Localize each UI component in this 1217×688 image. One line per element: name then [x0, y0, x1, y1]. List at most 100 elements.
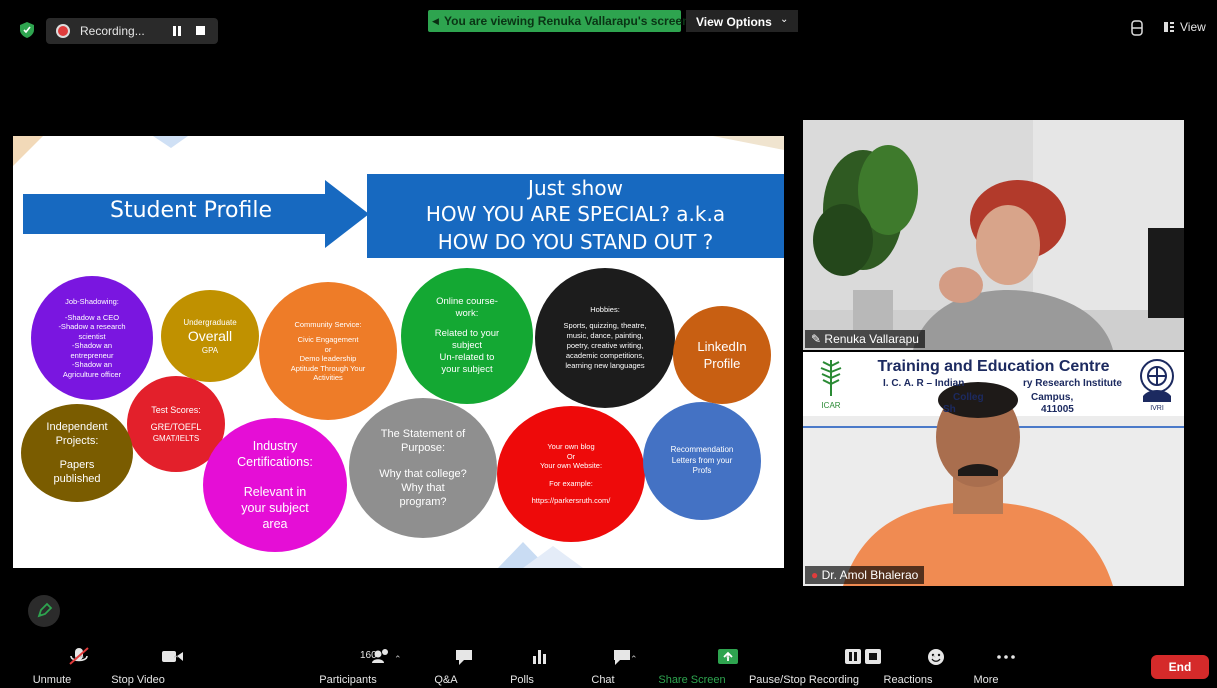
community-service-bubble: Community Service: Civic Engagement or D… — [259, 282, 397, 420]
qa-button[interactable]: Q&A — [428, 646, 472, 686]
bubble-line: subject — [451, 340, 483, 351]
pause-stop-recording-button[interactable]: Pause/Stop Recording — [744, 646, 881, 686]
stop-recording-icon[interactable] — [196, 26, 205, 35]
view-button[interactable]: View — [1164, 20, 1208, 36]
presenter-video[interactable]: ✎ Renuka Vallarapu — [803, 120, 1184, 350]
pause-recording-icon[interactable] — [172, 26, 182, 36]
bubble-line: Sports, quizzing, theatre, — [563, 321, 647, 330]
recording-dot-icon — [58, 26, 68, 36]
view-label: View — [1180, 20, 1206, 34]
icar-logo: ICAR — [820, 360, 842, 410]
participants-label: Participants — [319, 674, 377, 686]
bubble-line: LinkedIn — [697, 339, 747, 354]
participant-video[interactable]: Training and Education Centre I. C. A. R… — [803, 352, 1184, 586]
bubble-line: published — [53, 473, 101, 485]
participant-name-tag: ● Dr. Amol Bhalerao — [805, 566, 925, 584]
bubble-line: Overall — [187, 327, 233, 344]
tec-line-1: I. C. A. R – Indian — [883, 378, 965, 389]
bubble-line: area — [262, 517, 288, 531]
bubble-line: Hobbies: — [590, 305, 620, 314]
chat-button[interactable]: Chat — [584, 646, 630, 686]
viewing-screen-banner: ◀ You are viewing Renuka Vallarapu's scr… — [428, 10, 689, 32]
bubble-line: -Shadow an — [71, 341, 113, 350]
pause-stop-label: Pause/Stop Recording — [748, 674, 860, 686]
how-special-line: HOW YOU ARE SPECIAL? a.k.a — [425, 202, 726, 226]
grid-view-icon — [1164, 22, 1174, 32]
bubble-line: or — [324, 344, 332, 354]
qa-icon — [456, 650, 472, 665]
bubble-line: poetry, creative writing, — [566, 341, 644, 350]
participants-options-caret[interactable]: ⌃ — [394, 654, 402, 665]
qa-label: Q&A — [434, 674, 458, 686]
bubble-line: -Shadow an — [71, 360, 113, 369]
stop-video-label: Stop Video — [111, 674, 165, 686]
annotate-button[interactable] — [28, 595, 60, 627]
tec-line-3: Sh — [943, 404, 956, 415]
ivri-logo-text: IVRI — [1150, 405, 1164, 412]
share-options-caret[interactable]: ⌃ — [724, 654, 732, 665]
participants-button[interactable]: 160 Participants — [310, 646, 388, 686]
undergraduate-bubble: Undergraduate Overall GPA — [161, 290, 259, 382]
ivri-logo: IVRI — [1140, 359, 1174, 412]
end-meeting-button[interactable]: End — [1151, 655, 1209, 679]
chat-label: Chat — [591, 674, 615, 686]
bubble-line: GMAT/IELTS — [152, 433, 200, 443]
bubble-line: Industry — [252, 439, 298, 453]
independent-projects-bubble: Independent Projects: Papers published — [21, 404, 133, 502]
statement-of-purpose-bubble: The Statement of Purpose: Why that colle… — [349, 398, 497, 538]
student-profile-title: Student Profile — [109, 198, 272, 223]
linkedin-bubble: LinkedIn Profile — [673, 306, 771, 404]
bubble-line: Why that — [401, 482, 445, 494]
bubble-line: Agriculture officer — [62, 369, 122, 379]
bubble-line: Related to your — [434, 328, 500, 339]
bubble-line: Or — [566, 451, 576, 461]
more-button[interactable]: More — [966, 646, 1015, 686]
more-label: More — [973, 674, 999, 686]
shared-screen: Student Profile Just show HOW YOU ARE SP… — [13, 136, 784, 568]
presenter-name: Renuka Vallarapu — [824, 332, 919, 346]
bubble-line: Papers — [59, 459, 95, 471]
bubble-line: academic competitions, — [565, 351, 645, 360]
bubble-line: music, dance, painting, — [566, 331, 644, 340]
stop-video-button[interactable]: Stop Video — [104, 646, 183, 686]
bubble-line: Your own Website: — [539, 461, 603, 471]
tec-line-2b: Campus, — [1031, 392, 1074, 403]
immersive-view-icon[interactable] — [1130, 20, 1144, 36]
unmute-options-caret[interactable]: ⌃ — [78, 654, 86, 665]
bubble-line: Activities — [313, 373, 343, 382]
chat-options-caret[interactable]: ⌃ — [630, 654, 638, 665]
recommendation-bubble: Recommendation Letters from your Profs — [643, 402, 761, 520]
more-icon — [997, 655, 1015, 659]
bubble-line: GPA — [201, 345, 219, 355]
tec-line-1b: ry Research Institute — [1023, 378, 1122, 389]
bubble-line: Aptitude Through Your — [290, 363, 366, 373]
bubble-line: your subject — [241, 501, 309, 515]
recording-label: Recording... — [80, 24, 145, 38]
bubble-line: -Shadow a CEO — [64, 312, 120, 322]
share-screen-label: Share Screen — [658, 674, 726, 686]
view-options-button[interactable]: View Options ⌄ — [686, 10, 798, 32]
reactions-label: Reactions — [883, 674, 933, 686]
unmute-button[interactable]: Unmute — [24, 646, 89, 686]
bubble-line: The Statement of — [380, 428, 466, 440]
bubble-line: Demo leadership — [299, 354, 357, 363]
presenter-name-tag: ✎ Renuka Vallarapu — [805, 330, 925, 348]
reactions-button[interactable]: Reactions — [878, 646, 944, 686]
polls-icon — [533, 650, 546, 664]
video-options-caret[interactable]: ⌃ — [172, 654, 180, 665]
bubble-line: your subject — [441, 364, 493, 375]
stand-out-line: HOW DO YOU STAND OUT ? — [437, 230, 714, 254]
reactions-options-caret[interactable]: ⌃ — [930, 654, 938, 665]
bubble-line: GRE/TOEFL — [150, 421, 202, 432]
bubble-line: Profile — [703, 356, 741, 371]
personal-website-bubble: Your own blog Or Your own Website: For e… — [497, 406, 645, 542]
bubble-line: Recommendation — [670, 445, 734, 455]
share-screen-button[interactable]: Share Screen — [656, 646, 738, 686]
bubble-line: Projects: — [55, 435, 99, 447]
industry-certifications-bubble: Industry Certifications: Relevant in you… — [203, 418, 347, 552]
recording-indicator[interactable]: Recording... — [46, 18, 218, 44]
bubble-line: program? — [399, 496, 447, 508]
shield-icon[interactable] — [20, 22, 34, 38]
polls-button[interactable]: Polls — [504, 646, 546, 686]
view-options-label: View Options — [696, 15, 772, 29]
